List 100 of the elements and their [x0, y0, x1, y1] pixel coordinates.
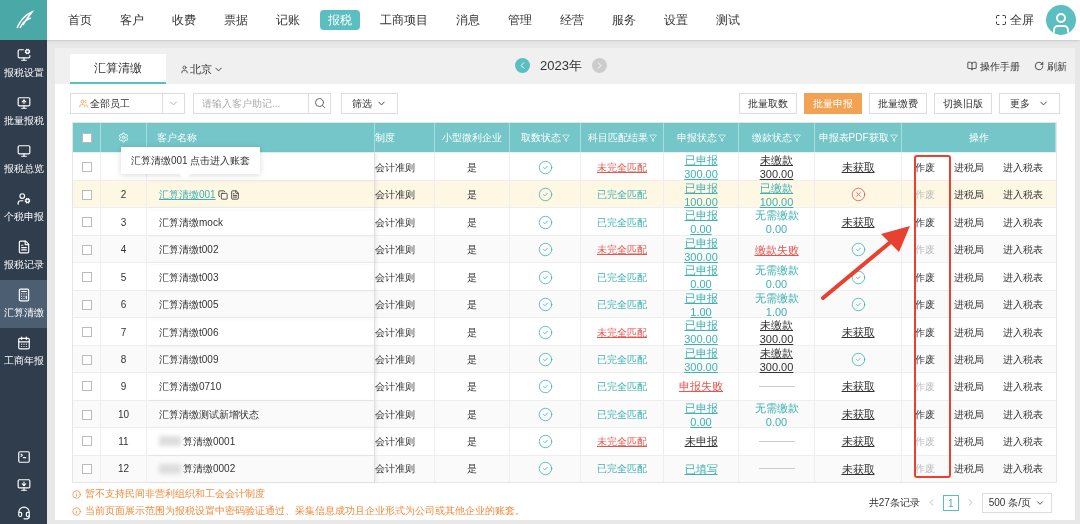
toolbar-button[interactable]: 批量缴费: [869, 92, 927, 114]
filter-dropdown[interactable]: 筛选: [341, 92, 398, 114]
tax-form-button[interactable]: 进入税表: [1002, 407, 1043, 422]
status-link[interactable]: 未缴款 300.00: [759, 153, 794, 181]
tax-form-button[interactable]: 进入税表: [1002, 269, 1043, 285]
filter-icon[interactable]: [561, 133, 570, 142]
pdf-status[interactable]: 未获取: [841, 378, 875, 395]
tax-form-button[interactable]: 进入税表: [1002, 433, 1043, 449]
sidebar-item[interactable]: 工商年报: [0, 328, 47, 376]
row-checkbox[interactable]: [81, 217, 92, 227]
sidebar-item[interactable]: 批量报税: [0, 88, 47, 136]
avatar[interactable]: [1046, 5, 1076, 35]
pdf-status[interactable]: 未获取: [841, 406, 875, 423]
document-icon[interactable]: [229, 189, 240, 200]
settings-icon[interactable]: [118, 132, 129, 143]
row-checkbox[interactable]: [81, 327, 92, 337]
manual-link[interactable]: 操作手册: [967, 58, 1020, 74]
nav-item[interactable]: 设置: [656, 10, 696, 30]
tax-bureau-button[interactable]: 进税局: [954, 407, 984, 422]
nav-item[interactable]: 测试: [708, 10, 748, 30]
download-icon[interactable]: [16, 478, 31, 492]
nav-item[interactable]: 消息: [448, 10, 488, 30]
region-select[interactable]: 北京: [180, 54, 224, 84]
tab[interactable]: 汇算清缴: [70, 54, 166, 84]
sidebar-item[interactable]: 个税申报: [0, 184, 47, 232]
row-checkbox[interactable]: [81, 244, 92, 255]
tax-bureau-button[interactable]: 进税局: [954, 159, 984, 175]
pdf-status[interactable]: 未获取: [841, 213, 875, 231]
filter-icon[interactable]: [648, 133, 657, 142]
client-name[interactable]: 汇算清缴t006: [159, 324, 219, 340]
nav-item[interactable]: 客户: [112, 10, 152, 30]
terminal-icon[interactable]: [16, 450, 31, 464]
tax-form-button[interactable]: 进入税表: [1002, 324, 1043, 340]
tax-bureau-button[interactable]: 进税局: [954, 433, 984, 449]
row-checkbox[interactable]: [81, 436, 92, 447]
tax-form-button[interactable]: 进入税表: [1002, 352, 1043, 367]
fullscreen-button[interactable]: 全屏: [995, 11, 1034, 29]
status-link[interactable]: 申报失败: [679, 379, 723, 394]
status-link[interactable]: 未申报: [684, 434, 718, 449]
tax-bureau-button[interactable]: 进税局: [954, 187, 984, 202]
previous-year-button[interactable]: [515, 58, 530, 74]
headset-icon[interactable]: [16, 506, 31, 520]
tax-bureau-button[interactable]: 进税局: [954, 242, 984, 257]
tax-form-button[interactable]: 进入税表: [1002, 297, 1043, 312]
status-link[interactable]: 未缴款 300.00: [759, 345, 794, 374]
sidebar-item[interactable]: 汇算清缴: [0, 280, 47, 328]
nav-item[interactable]: 管理: [500, 10, 540, 30]
row-checkbox[interactable]: [81, 409, 92, 420]
client-name[interactable]: 算清缴0002: [183, 461, 236, 477]
nav-item[interactable]: 收费: [164, 10, 204, 30]
toolbar-button[interactable]: 更多: [999, 92, 1060, 114]
search-input[interactable]: 请输入客户助记...: [194, 95, 308, 111]
staff-select[interactable]: 全部员工: [70, 92, 185, 114]
filter-icon[interactable]: [793, 133, 801, 142]
sidebar-item[interactable]: 报税总览: [0, 136, 47, 184]
select-all-checkbox[interactable]: [81, 132, 92, 143]
pdf-status[interactable]: 未获取: [841, 460, 875, 477]
client-name[interactable]: 算清缴0001: [183, 433, 236, 449]
search-field[interactable]: 请输入客户助记...: [193, 92, 331, 114]
search-icon[interactable]: [313, 97, 326, 109]
tax-bureau-button[interactable]: 进税局: [954, 352, 984, 367]
toolbar-button[interactable]: 切换旧版: [934, 92, 992, 114]
match-result[interactable]: 未完全匹配: [597, 433, 647, 449]
toolbar-button[interactable]: 批量取数: [739, 92, 797, 114]
client-name[interactable]: 汇算清缴t005: [159, 297, 219, 312]
sidebar-item[interactable]: 报税记录: [0, 232, 47, 280]
client-name[interactable]: 汇算清缴测试新增状态: [159, 407, 259, 422]
client-name[interactable]: 汇算清缴t009: [159, 352, 219, 367]
tax-bureau-button[interactable]: 进税局: [954, 214, 984, 230]
nav-item[interactable]: 服务: [604, 10, 644, 30]
match-result[interactable]: 未完全匹配: [597, 242, 647, 257]
row-checkbox[interactable]: [81, 299, 92, 310]
tax-form-button[interactable]: 进入税表: [1002, 378, 1043, 394]
sidebar-item[interactable]: 报税设置: [0, 40, 47, 88]
client-name[interactable]: 汇算清缴t003: [159, 269, 219, 285]
status-link[interactable]: 未缴款 300.00: [759, 318, 794, 346]
row-checkbox[interactable]: [81, 381, 92, 392]
pdf-status[interactable]: 未获取: [841, 433, 875, 450]
pdf-status[interactable]: 未获取: [841, 323, 875, 341]
match-result[interactable]: 未完全匹配: [597, 159, 647, 175]
client-name[interactable]: 汇算清缴mock: [159, 214, 223, 230]
tax-bureau-button[interactable]: 进税局: [954, 269, 984, 285]
filter-icon[interactable]: [717, 133, 726, 142]
row-checkbox[interactable]: [81, 272, 92, 282]
filter-icon[interactable]: [889, 133, 898, 142]
tax-form-button[interactable]: 进入税表: [1002, 461, 1043, 477]
tax-form-button[interactable]: 进入税表: [1002, 187, 1043, 202]
tax-form-button[interactable]: 进入税表: [1002, 242, 1043, 257]
row-checkbox[interactable]: [81, 463, 92, 474]
client-name[interactable]: 汇算清缴t002: [159, 242, 219, 257]
next-year-button[interactable]: [591, 58, 607, 74]
nav-item[interactable]: 记账: [268, 10, 308, 30]
nav-item[interactable]: 首页: [60, 10, 100, 30]
tax-form-button[interactable]: 进入税表: [1002, 159, 1043, 175]
row-checkbox[interactable]: [81, 162, 92, 172]
nav-item[interactable]: 票据: [216, 10, 256, 30]
tax-bureau-button[interactable]: 进税局: [954, 461, 984, 477]
nav-item[interactable]: 经营: [552, 10, 592, 30]
page-size-select[interactable]: 500 条/页: [981, 492, 1052, 513]
document-icon[interactable]: [217, 189, 228, 200]
